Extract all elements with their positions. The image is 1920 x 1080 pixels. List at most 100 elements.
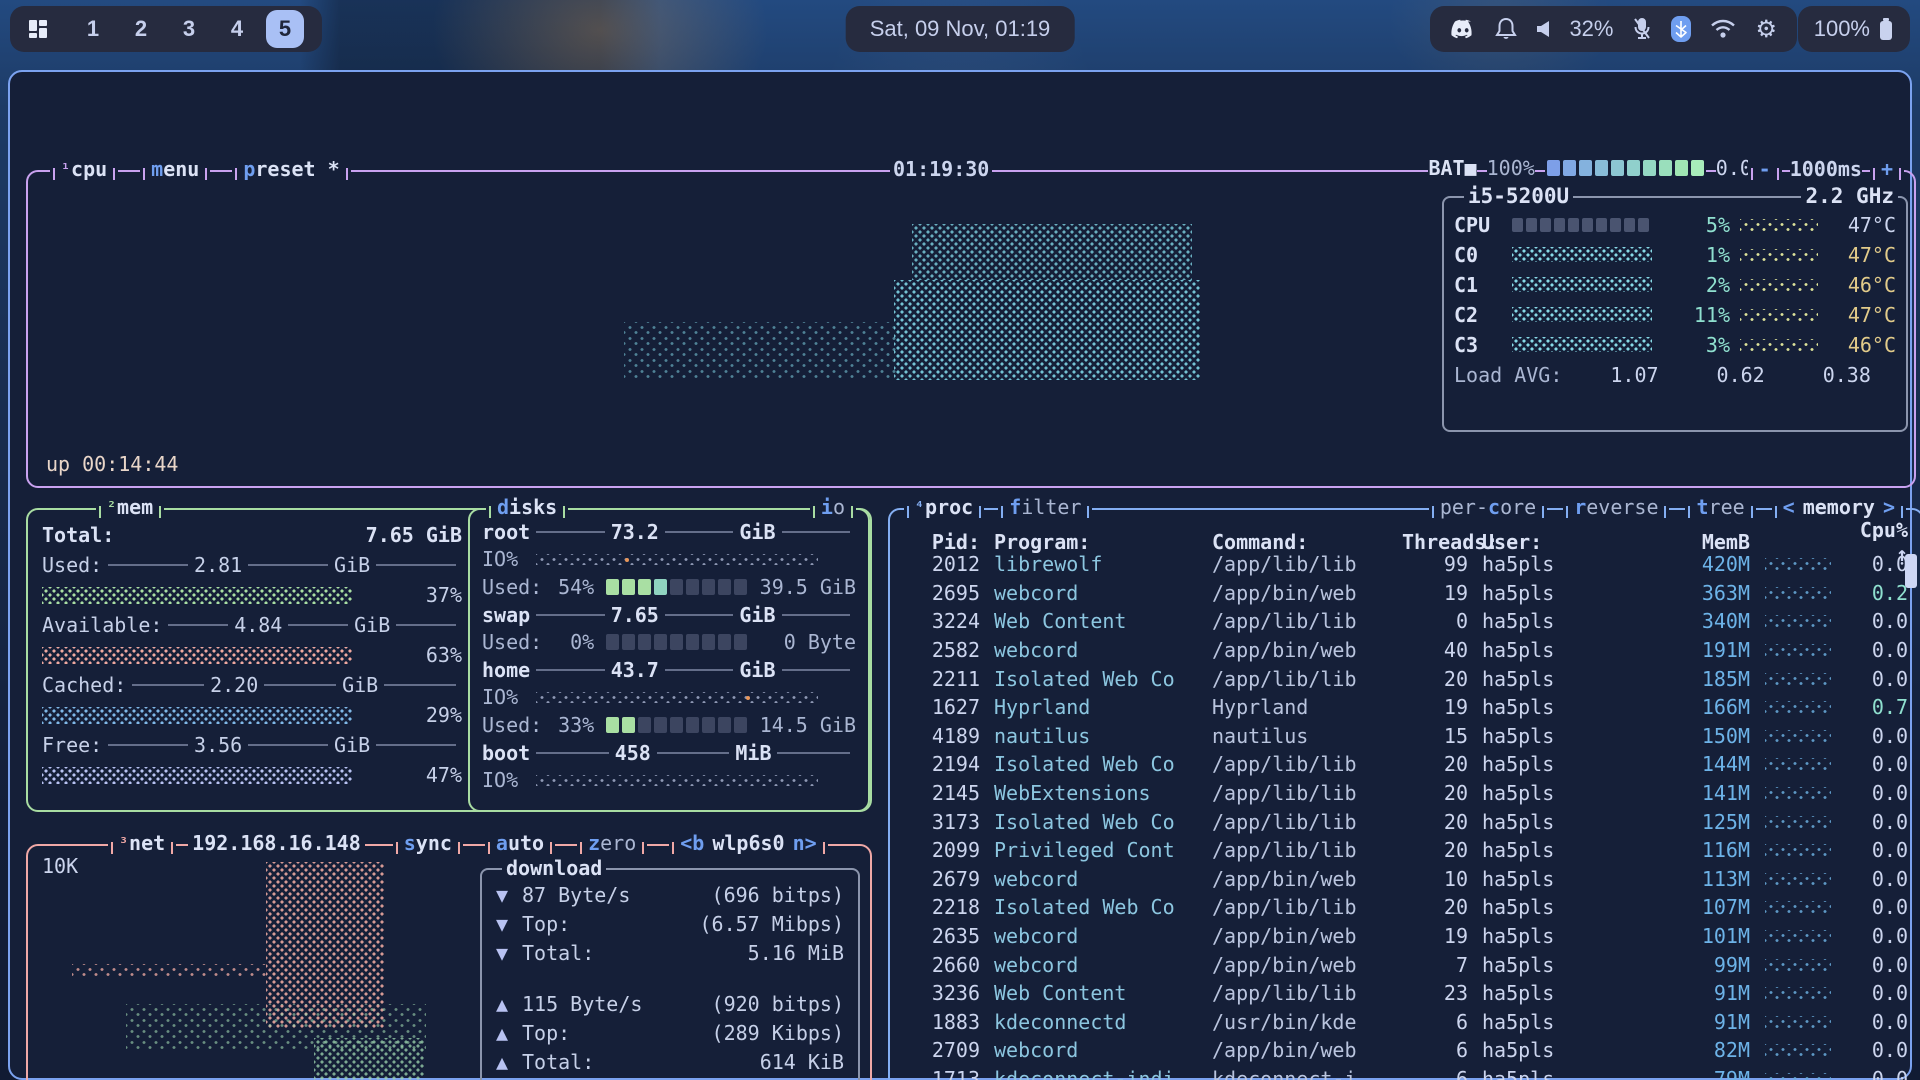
tab-net[interactable]: ³net bbox=[108, 831, 176, 855]
disk-io-graph bbox=[536, 775, 818, 786]
cpu-total-meter bbox=[1512, 213, 1664, 237]
process-row[interactable]: 2695webcord/app/bin/web19ha5pls363M0.2 bbox=[900, 579, 1896, 608]
command-cell: kdeconnect-i bbox=[1212, 1067, 1402, 1080]
mem-stat-percent: 63% bbox=[352, 643, 462, 667]
battery-label: BAT■ bbox=[1428, 156, 1476, 180]
process-row[interactable]: 2012librewolf/app/lib/lib99ha5pls420M0.0 bbox=[900, 550, 1896, 579]
bluetooth-icon[interactable] bbox=[1671, 16, 1691, 42]
program-cell: Hyprland bbox=[980, 695, 1212, 719]
process-row[interactable]: 3224Web Content/app/lib/lib0ha5pls340M0.… bbox=[900, 607, 1896, 636]
memory-cell: 82M bbox=[1618, 1038, 1750, 1062]
discord-icon[interactable] bbox=[1450, 19, 1476, 39]
process-row[interactable]: 3236Web Content/app/lib/lib23ha5pls91M0.… bbox=[900, 979, 1896, 1008]
mem-total-value: 7.65 GiB bbox=[366, 523, 462, 547]
reverse-toggle[interactable]: reverse bbox=[1563, 495, 1669, 519]
volume-icon[interactable] bbox=[1536, 20, 1550, 38]
process-row[interactable]: 2145WebExtensions/app/lib/lib20ha5pls141… bbox=[900, 779, 1896, 808]
process-row[interactable]: 2218Isolated Web Co/app/lib/lib20ha5pls1… bbox=[900, 893, 1896, 922]
interval-plus-button[interactable]: + bbox=[1870, 157, 1904, 181]
battery-pill[interactable]: 100% bbox=[1798, 6, 1910, 52]
auto-button[interactable]: auto bbox=[485, 831, 555, 855]
process-row[interactable]: 2582webcord/app/bin/web40ha5pls191M0.0 bbox=[900, 636, 1896, 665]
settings-gear-icon[interactable]: ⚙ bbox=[1755, 15, 1777, 43]
core-name: C1 bbox=[1454, 273, 1512, 297]
mem-total-label: Total: bbox=[42, 523, 114, 547]
battery-meter bbox=[1545, 160, 1706, 176]
mem-stat-label: Available: bbox=[42, 613, 162, 637]
pid-cell: 1627 bbox=[900, 695, 980, 719]
io-mode-button[interactable]: io bbox=[810, 495, 856, 519]
command-cell: /app/bin/web bbox=[1212, 581, 1402, 605]
memory-cell: 191M bbox=[1618, 638, 1750, 662]
workspace-button-3[interactable]: 3 bbox=[170, 10, 208, 48]
menu-button[interactable]: menu bbox=[140, 157, 210, 181]
cpu-percent-cell: 0.0 bbox=[1846, 924, 1908, 948]
filter-button[interactable]: filter bbox=[998, 495, 1092, 519]
workspace-button-1[interactable]: 1 bbox=[74, 10, 112, 48]
cpu-percent-cell: 0.0 bbox=[1846, 752, 1908, 776]
user-cell: ha5pls bbox=[1468, 924, 1618, 948]
per-core-toggle[interactable]: per-core bbox=[1429, 495, 1547, 519]
clock[interactable]: Sat, 09 Nov, 01:19 bbox=[846, 6, 1075, 52]
wifi-icon[interactable] bbox=[1710, 19, 1736, 39]
threads-cell: 19 bbox=[1402, 581, 1468, 605]
threads-cell: 20 bbox=[1402, 895, 1468, 919]
cpu-info-box: i5-5200U 2.2 GHz CPU5%47°CC01%47°CC12%46… bbox=[1442, 196, 1908, 432]
process-scrollbar[interactable] bbox=[1905, 554, 1917, 588]
workspace-button-4[interactable]: 4 bbox=[218, 10, 256, 48]
process-row[interactable]: 4189nautilusnautilus15ha5pls150M0.0 bbox=[900, 722, 1896, 751]
process-row[interactable]: 1627HyprlandHyprland19ha5pls166M0.7 bbox=[900, 693, 1896, 722]
process-row[interactable]: 3173Isolated Web Co/app/lib/lib20ha5pls1… bbox=[900, 807, 1896, 836]
process-row[interactable]: 2194Isolated Web Co/app/lib/lib20ha5pls1… bbox=[900, 750, 1896, 779]
load-avg-1m: 1.07 bbox=[1610, 363, 1658, 387]
download-stat-arrow-icon: ▼ bbox=[496, 883, 522, 907]
sort-column-switcher[interactable]: <memory> bbox=[1772, 495, 1906, 519]
user-cell: ha5pls bbox=[1468, 981, 1618, 1005]
notification-bell-icon[interactable] bbox=[1495, 17, 1517, 41]
cpu-model: i5-5200U bbox=[1464, 184, 1573, 208]
mic-muted-icon[interactable] bbox=[1632, 17, 1652, 41]
tree-toggle[interactable]: tree bbox=[1685, 495, 1755, 519]
core-usage-graph bbox=[1512, 273, 1664, 297]
process-row[interactable]: 2635webcord/app/bin/web19ha5pls101M0.0 bbox=[900, 922, 1896, 951]
pid-cell: 2695 bbox=[900, 581, 980, 605]
cpu-history-graph bbox=[1750, 1016, 1846, 1028]
command-cell: /app/bin/web bbox=[1212, 924, 1402, 948]
program-cell: webcord bbox=[980, 953, 1212, 977]
command-cell: /app/lib/lib bbox=[1212, 781, 1402, 805]
sync-button[interactable]: sync bbox=[393, 831, 463, 855]
tab-mem[interactable]: ²mem bbox=[96, 495, 164, 519]
preset-button[interactable]: preset * bbox=[232, 157, 350, 181]
process-row[interactable]: 2099Privileged Cont/app/lib/lib20ha5pls1… bbox=[900, 836, 1896, 865]
cpu-history-graph bbox=[1750, 701, 1846, 713]
process-row[interactable]: 1713kdeconnect-indikdeconnect-i6ha5pls79… bbox=[900, 1065, 1896, 1080]
app-launcher-icon[interactable] bbox=[28, 19, 48, 39]
cpu-history-graph bbox=[1750, 758, 1846, 770]
tab-cpu[interactable]: ¹cpu bbox=[50, 157, 118, 181]
cpu-history-graph bbox=[1750, 987, 1846, 999]
cpu-core-row: CPU5%47°C bbox=[1444, 210, 1906, 240]
process-row[interactable]: 2709webcord/app/bin/web6ha5pls82M0.0 bbox=[900, 1036, 1896, 1065]
process-row[interactable]: 2211Isolated Web Co/app/lib/lib20ha5pls1… bbox=[900, 664, 1896, 693]
zero-button[interactable]: zero bbox=[577, 831, 647, 855]
threads-cell: 15 bbox=[1402, 724, 1468, 748]
workspace-button-5[interactable]: 5 bbox=[266, 10, 304, 48]
tab-proc[interactable]: ⁴proc bbox=[904, 495, 984, 519]
process-row[interactable]: 2660webcord/app/bin/web7ha5pls99M0.0 bbox=[900, 950, 1896, 979]
upload-stat-value: (920 bitps) bbox=[642, 992, 844, 1016]
command-cell: /app/lib/lib bbox=[1212, 552, 1402, 576]
tab-disks[interactable]: disks bbox=[486, 495, 568, 519]
memory-cell: 166M bbox=[1618, 695, 1750, 719]
process-row[interactable]: 1883kdeconnectd/usr/bin/kde6ha5pls91M0.0 bbox=[900, 1008, 1896, 1037]
core-usage-graph bbox=[1512, 333, 1664, 357]
command-cell: /app/bin/web bbox=[1212, 953, 1402, 977]
interface-switcher[interactable]: <bwlp6s0n> bbox=[669, 831, 827, 855]
workspace-button-2[interactable]: 2 bbox=[122, 10, 160, 48]
disk-used-percent: 0% bbox=[542, 630, 594, 654]
cpu-percent-cell: 0.0 bbox=[1846, 895, 1908, 919]
mem-usage-meter bbox=[42, 707, 352, 724]
process-table: 2012librewolf/app/lib/lib99ha5pls420M0.0… bbox=[900, 550, 1896, 1080]
process-row[interactable]: 2679webcord/app/bin/web10ha5pls113M0.0 bbox=[900, 865, 1896, 894]
interval-minus-button[interactable]: - bbox=[1748, 157, 1782, 181]
user-cell: ha5pls bbox=[1468, 810, 1618, 834]
